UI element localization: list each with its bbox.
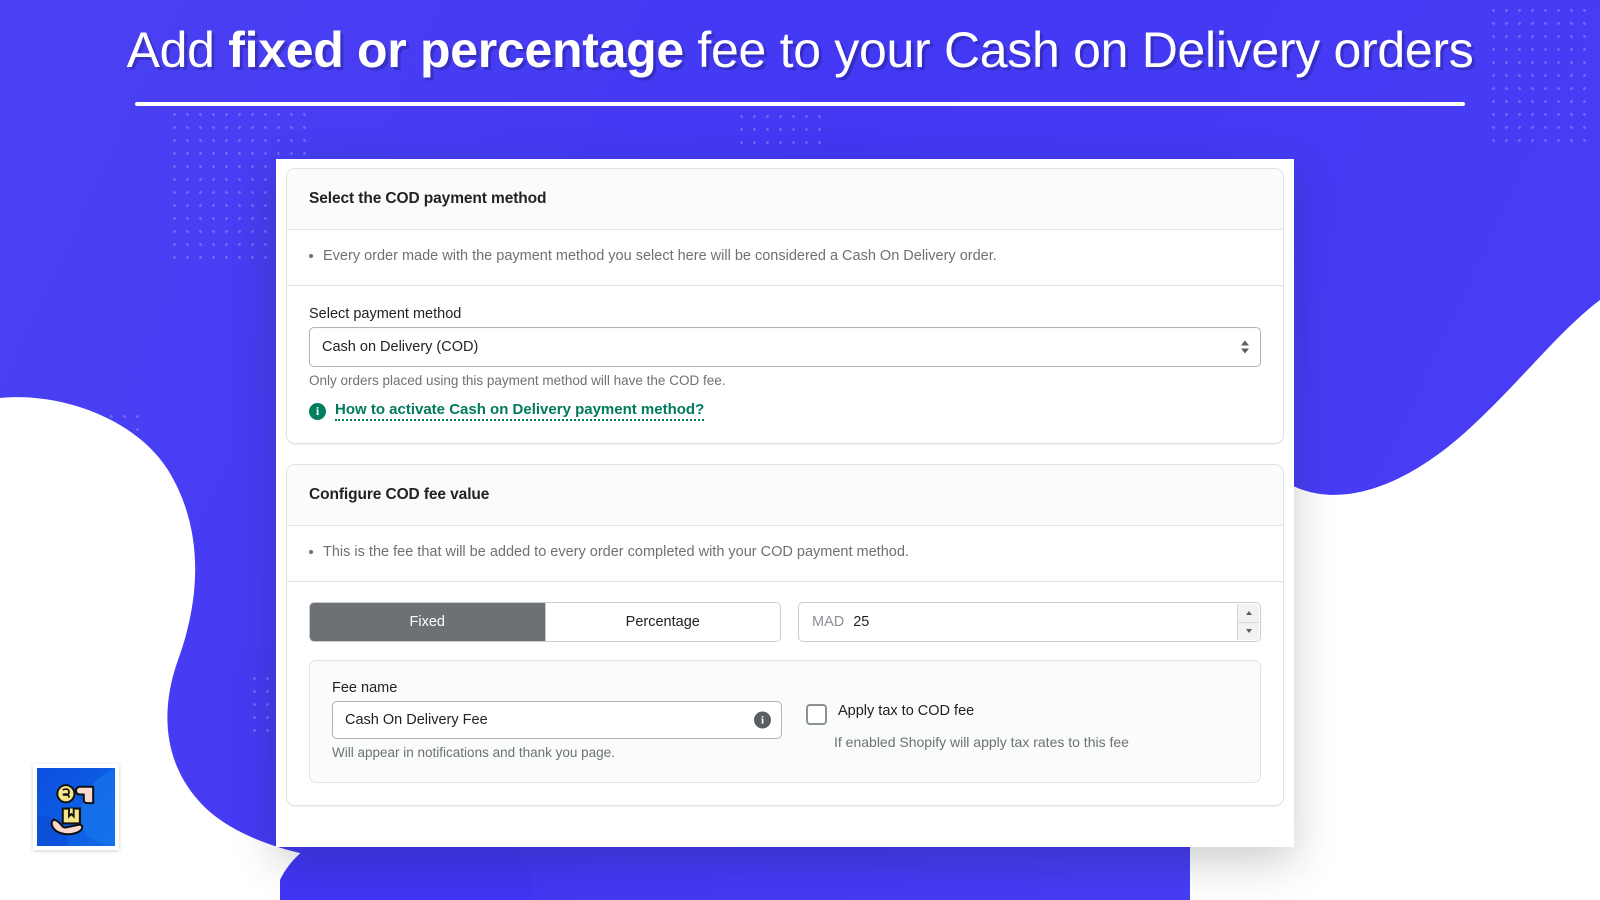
caret-down-icon [1245, 629, 1252, 634]
payment-method-select[interactable]: Cash on Delivery (COD) [309, 327, 1261, 368]
apply-tax-help-text: If enabled Shopify will apply tax rates … [834, 734, 1129, 751]
apply-tax-label: Apply tax to COD fee [838, 703, 975, 720]
hero-divider [135, 101, 1465, 106]
activate-cod-link-row[interactable]: i How to activate Cash on Delivery payme… [309, 401, 1261, 422]
card-configure-fee-value: Configure COD fee value This is the fee … [286, 464, 1284, 807]
apply-tax-checkbox-row[interactable]: Apply tax to COD fee [806, 703, 1238, 726]
fee-amount-value: 25 [853, 614, 870, 631]
payment-method-help-text: Only orders placed using this payment me… [309, 373, 726, 389]
fee-name-input[interactable]: Cash On Delivery Fee i [332, 701, 782, 740]
chevron-updown-icon [1241, 340, 1249, 354]
fee-name-value: Cash On Delivery Fee [345, 712, 488, 729]
page-title-part-2: fee to your Cash on Delivery orders [683, 22, 1474, 78]
fee-amount-currency-prefix: MAD [812, 614, 845, 631]
caret-up-icon [1245, 610, 1252, 615]
info-icon[interactable]: i [754, 711, 771, 729]
app-content-area: Select the COD payment method Every orde… [286, 168, 1284, 838]
select-payment-method-label: Select payment method [309, 306, 462, 323]
hero-banner: Add fixed or percentage fee to your Cash… [0, 22, 1600, 106]
card-select-payment-method: Select the COD payment method Every orde… [286, 168, 1284, 445]
fee-type-segmented-control[interactable]: Fixed Percentage [309, 602, 781, 643]
card-title-fee: Configure COD fee value [309, 486, 490, 504]
card-note-fee: This is the fee that will be added to ev… [287, 526, 1283, 583]
fee-type-and-amount-row: Fixed Percentage MAD 25 [309, 602, 1261, 643]
cash-on-delivery-icon [37, 768, 115, 846]
card-note-text-fee: This is the fee that will be added to ev… [323, 544, 909, 561]
page-title-part-1: Add [126, 22, 229, 78]
fee-amount-stepper[interactable] [1237, 604, 1259, 641]
card-note-text-payment: Every order made with the payment method… [323, 248, 997, 264]
card-body-payment: Select payment method Cash on Delivery (… [287, 286, 1283, 443]
apply-tax-checkbox[interactable] [806, 704, 827, 726]
fee-type-option-percentage[interactable]: Percentage [544, 603, 780, 642]
page-title: Add fixed or percentage fee to your Cash… [0, 22, 1600, 80]
screenshot-stage: Add fixed or percentage fee to your Cash… [0, 0, 1600, 900]
fee-type-option-fixed[interactable]: Fixed [310, 603, 545, 642]
stepper-decrement-button[interactable] [1237, 622, 1259, 641]
card-title-payment: Select the COD payment method [309, 190, 547, 207]
app-window-panel: Select the COD payment method Every orde… [276, 159, 1294, 847]
bullet-dot-icon [309, 550, 313, 555]
fee-details-subcard: Fee name Cash On Delivery Fee i Will app… [309, 660, 1261, 784]
apply-tax-group: Apply tax to COD fee If enabled Shopify … [806, 680, 1238, 760]
fee-name-help-text: Will appear in notifications and thank y… [332, 745, 615, 761]
card-header-fee: Configure COD fee value [287, 465, 1283, 527]
card-body-fee: Fixed Percentage MAD 25 Fee name Cash On… [287, 582, 1283, 805]
fee-name-label: Fee name [332, 680, 398, 697]
fee-amount-input[interactable]: MAD 25 [798, 602, 1261, 643]
fee-name-group: Fee name Cash On Delivery Fee i Will app… [332, 680, 782, 760]
card-note-payment: Every order made with the payment method… [287, 230, 1283, 287]
app-icon [33, 764, 119, 850]
card-header-payment: Select the COD payment method [287, 169, 1283, 230]
activate-cod-link[interactable]: How to activate Cash on Delivery payment… [335, 401, 705, 422]
info-icon: i [309, 402, 326, 420]
page-title-emphasis: fixed or percentage [228, 22, 684, 78]
bullet-item: This is the fee that will be added to ev… [309, 542, 1261, 563]
stepper-increment-button[interactable] [1237, 604, 1259, 623]
bullet-dot-icon [309, 254, 313, 258]
bullet-item: Every order made with the payment method… [309, 246, 1261, 267]
payment-method-select-value: Cash on Delivery (COD) [322, 339, 479, 356]
